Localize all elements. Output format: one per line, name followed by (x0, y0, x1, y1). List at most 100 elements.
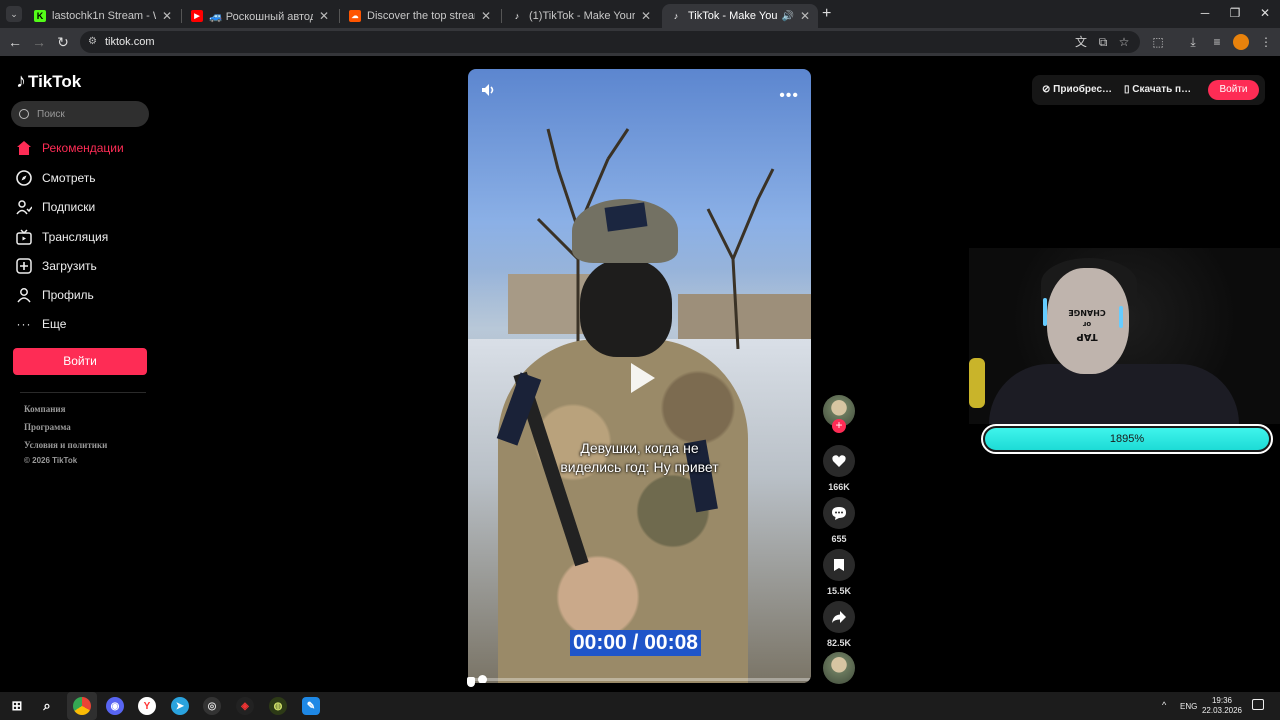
footer-program[interactable]: Программа (24, 422, 71, 432)
video-progress-handle[interactable] (478, 675, 487, 683)
search-input[interactable]: Поиск (11, 101, 149, 127)
tiktok-icon: ♪ (673, 11, 679, 21)
windows-taskbar: ⊞ ⌕ ◉ Y ➤ ◎ ◈ ◍ ✎ ^ (0, 692, 1280, 720)
install-app-icon[interactable]: ⧉ (1095, 34, 1111, 50)
tab-tiktok-1[interactable]: ♪ (1)TikTok - Make Your Day ✕ (503, 4, 659, 28)
footer-terms[interactable]: Условия и политики (24, 440, 107, 450)
home-icon (15, 139, 33, 157)
sidebar-item-following[interactable]: Подписки (15, 197, 95, 217)
tray-chevron-icon[interactable]: ^ (1162, 700, 1166, 710)
balaclava (580, 259, 672, 357)
sidebar-item-upload[interactable]: Загрузить (15, 256, 97, 276)
tab-tiktok-active[interactable]: ♪ TikTok - Make Your Day 🔊 ✕ (662, 4, 818, 28)
clock-date: 22.03.2026 (1201, 706, 1243, 715)
minimize-icon[interactable]: ─ (1190, 6, 1220, 20)
system-clock[interactable]: 19:36 22.03.2026 (1200, 696, 1244, 716)
following-icon (15, 198, 33, 216)
paint-icon[interactable]: ✎ (302, 697, 320, 715)
headset-light (1119, 306, 1123, 328)
browser-toolbar: ← → ↻ ⚙ tiktok.com 文 ⧉ ☆ ⬚ ⤓ ≡ ⋮ (0, 28, 1280, 56)
goal-progress-bar: 1895% (981, 424, 1273, 454)
caption-line: виделись год: Ну привет (560, 459, 719, 475)
forward-icon[interactable]: → (30, 33, 48, 51)
sidebar-item-label: Загрузить (42, 259, 97, 273)
music-disc-avatar[interactable] (823, 652, 855, 684)
tab-youtube[interactable]: ▶ 🚙 Роскошный автодом кемп ✕ (183, 4, 337, 28)
compass-icon (15, 169, 33, 187)
share-count: 82.5K (826, 638, 852, 648)
sidebar-item-label: Подписки (42, 200, 96, 214)
notification-icon[interactable] (1252, 699, 1264, 710)
window-close-icon[interactable]: ✕ (1250, 6, 1280, 20)
sidebar-item-more[interactable]: ··· Еще (15, 314, 67, 334)
close-icon[interactable]: ✕ (641, 9, 651, 23)
new-tab-button[interactable]: + (822, 5, 831, 23)
tab-kick[interactable]: K lastochk1n Stream - Watch Live ✕ (26, 4, 180, 28)
sidebar-item-live[interactable]: Трансляция (15, 227, 108, 247)
save-count: 15.5K (826, 586, 852, 596)
site-info-icon[interactable]: ⚙ (88, 31, 97, 53)
download-app-button[interactable]: ▯ Скачать п… (1124, 84, 1191, 95)
close-icon[interactable]: ✕ (800, 9, 810, 23)
yandex-browser-icon[interactable]: Y (138, 697, 156, 715)
header-login-button[interactable]: Войти (1208, 80, 1259, 100)
footer-copyright: © 2026 TikTok (24, 456, 78, 465)
video-progress-bar[interactable] (468, 678, 811, 681)
taskbar-search-icon[interactable]: ⌕ (38, 697, 56, 715)
get-coins-button[interactable]: ⊘ Приобрес… (1042, 84, 1112, 95)
face-sticker-text: TAP or CHANGE (1068, 308, 1106, 342)
comment-button[interactable] (823, 497, 855, 529)
mute-icon[interactable] (480, 81, 498, 99)
share-button[interactable] (823, 601, 855, 633)
play-icon[interactable] (615, 353, 665, 403)
tab-soundcloud[interactable]: ☁ Discover the top streamed mus ✕ (341, 4, 499, 28)
speaker-icon[interactable]: 🔊 (781, 11, 793, 22)
tab-search-button[interactable]: ⌄ (6, 6, 22, 22)
app-icon[interactable]: ◈ (236, 697, 254, 715)
tiktok-logo[interactable]: ♪ TikTok (16, 70, 81, 93)
headset-light (1043, 298, 1047, 326)
like-button[interactable] (823, 445, 855, 477)
media-control-icon[interactable]: ≡ (1209, 34, 1225, 50)
sidebar-item-label: Профиль (42, 288, 94, 302)
back-icon[interactable]: ← (6, 33, 24, 51)
profile-avatar-icon[interactable] (1233, 34, 1249, 50)
comment-count: 655 (831, 534, 847, 544)
brand-name: TikTok (28, 71, 82, 91)
menu-icon[interactable]: ⋮ (1258, 34, 1274, 50)
heart-icon (832, 455, 846, 467)
close-icon[interactable]: ✕ (481, 9, 491, 23)
tab-title: 🚙 Роскошный автодом кемп (209, 10, 313, 23)
login-button[interactable]: Войти (13, 348, 147, 375)
sidebar-item-profile[interactable]: Профиль (15, 285, 94, 305)
sidebar-item-label: Еще (42, 317, 67, 331)
close-icon[interactable]: ✕ (319, 9, 329, 23)
windows-start-icon[interactable]: ⊞ (8, 697, 26, 715)
follow-button[interactable]: + (832, 419, 846, 433)
telegram-icon[interactable]: ➤ (171, 697, 189, 715)
translate-icon[interactable]: 文 (1073, 34, 1089, 50)
close-icon[interactable]: ✕ (162, 9, 172, 23)
extensions-icon[interactable]: ⬚ (1150, 34, 1166, 50)
video-player[interactable]: ••• Девушки, когда не виделись год: Ну п… (468, 69, 811, 683)
obs-icon[interactable]: ◎ (203, 697, 221, 715)
more-icon: ··· (16, 317, 32, 331)
more-options-icon[interactable]: ••• (779, 87, 799, 105)
sidebar-item-recommendations[interactable]: Рекомендации (15, 138, 124, 158)
bookmark-star-icon[interactable]: ☆ (1116, 34, 1132, 50)
webcam-overlay: TAP or CHANGE (969, 248, 1280, 424)
download-icon[interactable]: ⤓ (1185, 34, 1201, 50)
input-language[interactable]: ENG (1180, 702, 1197, 711)
reload-icon[interactable]: ↻ (54, 33, 72, 51)
sidebar-item-explore[interactable]: Смотреть (15, 168, 96, 188)
url-text: tiktok.com (105, 36, 155, 48)
app-icon[interactable]: ◍ (269, 697, 287, 715)
restore-icon[interactable]: ❐ (1220, 6, 1250, 20)
footer-company[interactable]: Компания (24, 404, 65, 414)
save-button[interactable] (823, 549, 855, 581)
address-bar[interactable]: ⚙ tiktok.com (80, 31, 1140, 53)
bookmark-icon (834, 559, 844, 571)
discord-icon[interactable]: ◉ (106, 697, 124, 715)
chrome-icon[interactable] (73, 697, 91, 715)
browser-tab-bar: ⌄ K lastochk1n Stream - Watch Live ✕ ▶ 🚙… (0, 0, 1280, 28)
